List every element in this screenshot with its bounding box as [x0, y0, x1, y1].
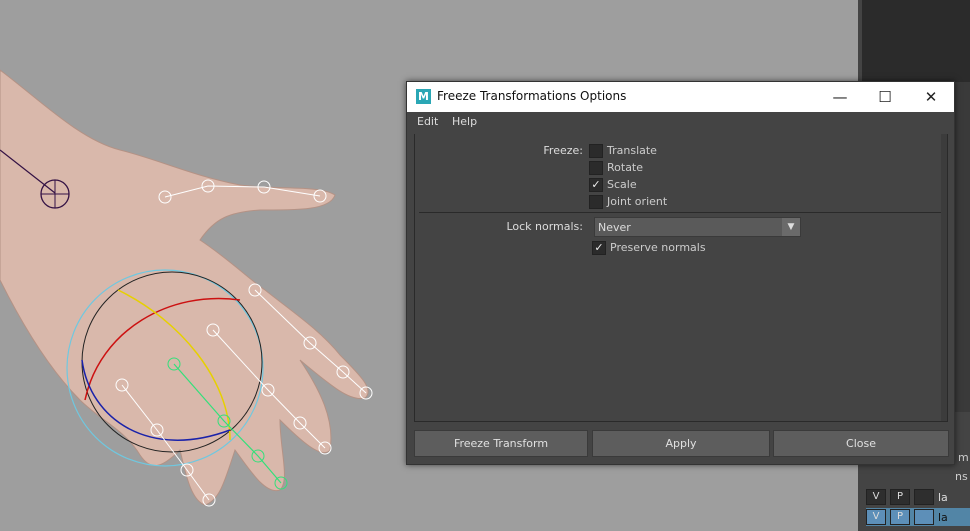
maximize-button[interactable]: ☐	[867, 85, 903, 109]
preserve-normals-label: Preserve normals	[610, 241, 706, 254]
close-button[interactable]: Close	[773, 430, 949, 457]
layer-row-selected[interactable]: V P la	[866, 508, 970, 526]
translate-checkbox[interactable]	[589, 144, 603, 158]
menu-edit[interactable]: Edit	[417, 115, 438, 128]
layer-name: la	[938, 490, 948, 504]
layer-visibility-toggle[interactable]: V	[866, 509, 886, 525]
menu-help[interactable]: Help	[452, 115, 477, 128]
layer-row[interactable]: V P la	[866, 488, 970, 506]
minimize-button[interactable]: —	[822, 85, 858, 109]
chevron-down-icon[interactable]: ▼	[782, 218, 800, 236]
layer-visibility-toggle[interactable]: V	[866, 489, 886, 505]
apply-button[interactable]: Apply	[592, 430, 770, 457]
layer-name: la	[938, 510, 948, 524]
dialog-title: Freeze Transformations Options	[437, 89, 627, 103]
lock-normals-dropdown[interactable]: Never ▼	[594, 217, 801, 237]
joint-orient-label: Joint orient	[607, 195, 668, 208]
panel-partial-text: ns	[955, 470, 968, 483]
freeze-transform-button[interactable]: Freeze Transform	[414, 430, 588, 457]
dialog-titlebar[interactable]: M Freeze Transformations Options — ☐ ✕	[407, 82, 954, 112]
layer-color-swatch[interactable]	[914, 489, 934, 505]
scale-checkbox[interactable]: ✓	[589, 178, 603, 192]
lock-normals-value: Never	[598, 221, 631, 234]
layer-playback-toggle[interactable]: P	[890, 509, 910, 525]
panel-partial-text: m	[958, 451, 969, 464]
panel-header-area	[862, 0, 970, 82]
rotate-checkbox[interactable]	[589, 161, 603, 175]
lock-normals-label: Lock normals:	[506, 220, 583, 233]
maya-app-icon: M	[416, 89, 431, 104]
joint-orient-checkbox[interactable]	[589, 195, 603, 209]
section-divider	[419, 212, 945, 213]
layer-playback-toggle[interactable]: P	[890, 489, 910, 505]
freeze-label: Freeze:	[543, 144, 583, 157]
rotate-label: Rotate	[607, 161, 644, 174]
close-window-button[interactable]: ✕	[913, 85, 949, 109]
dialog-menubar: Edit Help	[407, 112, 954, 132]
options-panel: Freeze: Translate Rotate ✓ Scale Joint o…	[414, 134, 948, 422]
options-scrollbar[interactable]	[941, 134, 947, 421]
translate-label: Translate	[607, 144, 657, 157]
scale-label: Scale	[607, 178, 637, 191]
freeze-transformations-dialog: M Freeze Transformations Options — ☐ ✕ E…	[406, 81, 955, 465]
layer-color-swatch[interactable]	[914, 509, 934, 525]
preserve-normals-checkbox[interactable]: ✓	[592, 241, 606, 255]
